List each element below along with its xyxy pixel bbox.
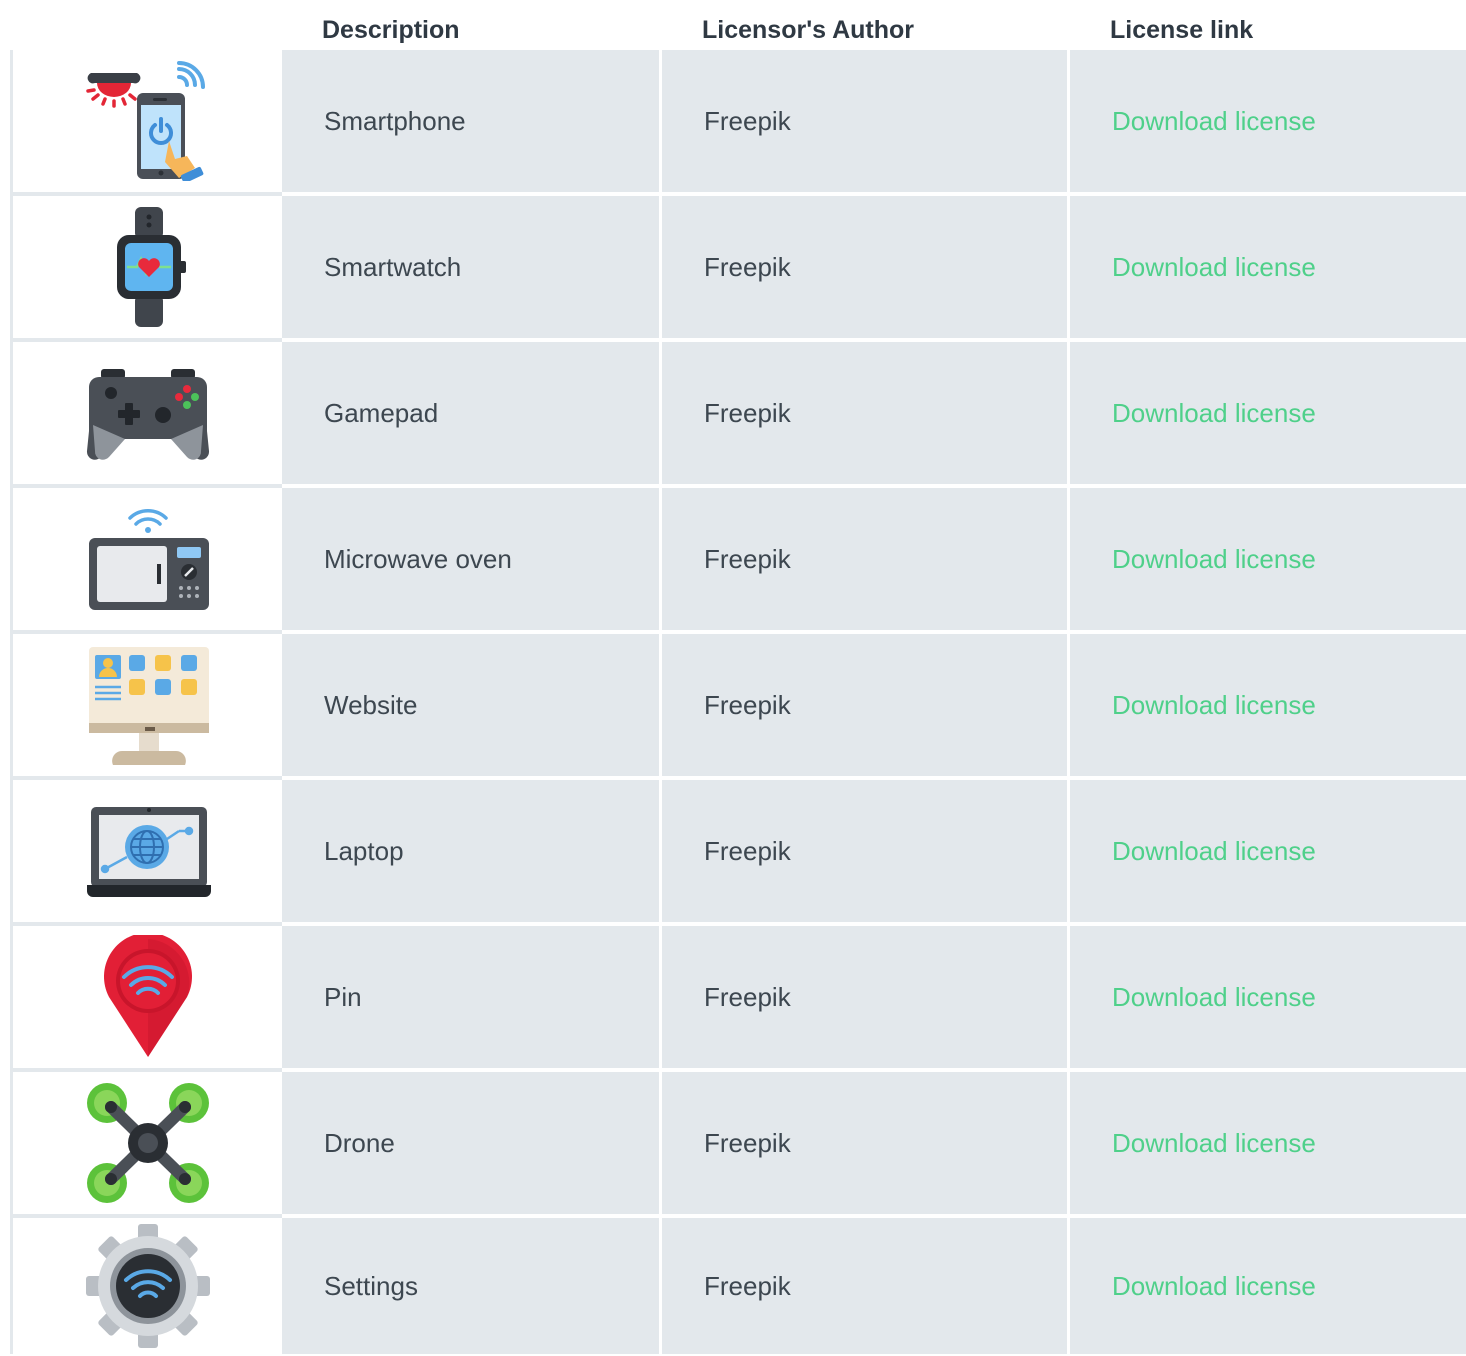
- description-cell: Gamepad: [282, 342, 662, 488]
- header-description-label: Description: [322, 15, 460, 44]
- table-row: Smartphone Freepik Download license: [10, 50, 1466, 196]
- download-license-link[interactable]: Download license: [1112, 1128, 1316, 1158]
- author-cell: Freepik: [662, 196, 1070, 342]
- author-cell: Freepik: [662, 634, 1070, 780]
- description-cell: Laptop: [282, 780, 662, 926]
- table-row: Microwave oven Freepik Download license: [10, 488, 1466, 634]
- download-license-link[interactable]: Download license: [1112, 982, 1316, 1012]
- description-cell: Pin: [282, 926, 662, 1072]
- license-cell: Download license: [1070, 196, 1466, 342]
- description-cell: Drone: [282, 1072, 662, 1218]
- pin-icon: [103, 935, 192, 1057]
- gamepad-icon: [86, 369, 209, 460]
- description-cell: Smartphone: [282, 50, 662, 196]
- author-cell: Freepik: [662, 1218, 1070, 1354]
- description-cell: Settings: [282, 1218, 662, 1354]
- license-cell: Download license: [1070, 342, 1466, 488]
- download-license-link[interactable]: Download license: [1112, 690, 1316, 720]
- download-license-link[interactable]: Download license: [1112, 252, 1316, 282]
- icon-cell: [10, 50, 282, 196]
- icon-cell: [10, 342, 282, 488]
- table-row: Drone Freepik Download license: [10, 1072, 1466, 1218]
- download-license-link[interactable]: Download license: [1112, 398, 1316, 428]
- icon-cell: [10, 488, 282, 634]
- license-cell: Download license: [1070, 488, 1466, 634]
- license-cell: Download license: [1070, 1072, 1466, 1218]
- settings-icon: [85, 1224, 210, 1348]
- license-cell: Download license: [1070, 1218, 1466, 1354]
- header-license-link: License link: [1070, 0, 1466, 50]
- author-cell: Freepik: [662, 926, 1070, 1072]
- description-cell: Website: [282, 634, 662, 780]
- license-cell: Download license: [1070, 926, 1466, 1072]
- author-cell: Freepik: [662, 342, 1070, 488]
- table-row: Gamepad Freepik Download license: [10, 342, 1466, 488]
- icon-cell: [10, 926, 282, 1072]
- drone-icon: [86, 1083, 209, 1203]
- license-cell: Download license: [1070, 634, 1466, 780]
- license-table: Description Licensor's Author License li…: [10, 0, 1466, 1354]
- download-license-link[interactable]: Download license: [1112, 836, 1316, 866]
- icon-cell: [10, 634, 282, 780]
- license-cell: Download license: [1070, 780, 1466, 926]
- table-header-row: Description Licensor's Author License li…: [10, 0, 1466, 50]
- icon-cell: [10, 1072, 282, 1218]
- table-row: Pin Freepik Download license: [10, 926, 1466, 1072]
- table-row: Website Freepik Download license: [10, 634, 1466, 780]
- author-cell: Freepik: [662, 488, 1070, 634]
- download-license-link[interactable]: Download license: [1112, 106, 1316, 136]
- table-row: Settings Freepik Download license: [10, 1218, 1466, 1354]
- header-license-label: License link: [1110, 15, 1254, 44]
- header-author-label: Licensor's Author: [702, 15, 914, 44]
- smartwatch-icon: [116, 207, 186, 327]
- header-icon: [10, 0, 282, 50]
- description-cell: Smartwatch: [282, 196, 662, 342]
- microwave-oven-icon: [88, 509, 209, 610]
- description-cell: Microwave oven: [282, 488, 662, 634]
- website-icon: [88, 647, 209, 765]
- download-license-link[interactable]: Download license: [1112, 1271, 1316, 1301]
- icon-cell: [10, 196, 282, 342]
- table-row: Laptop Freepik Download license: [10, 780, 1466, 926]
- header-author: Licensor's Author: [662, 0, 1070, 50]
- download-license-link[interactable]: Download license: [1112, 544, 1316, 574]
- icon-cell: [10, 1218, 282, 1354]
- author-cell: Freepik: [662, 780, 1070, 926]
- header-description: Description: [282, 0, 662, 50]
- license-cell: Download license: [1070, 50, 1466, 196]
- icon-cell: [10, 780, 282, 926]
- author-cell: Freepik: [662, 50, 1070, 196]
- laptop-icon: [86, 807, 211, 897]
- smartphone-icon: [85, 61, 205, 181]
- table-row: Smartwatch Freepik Download license: [10, 196, 1466, 342]
- author-cell: Freepik: [662, 1072, 1070, 1218]
